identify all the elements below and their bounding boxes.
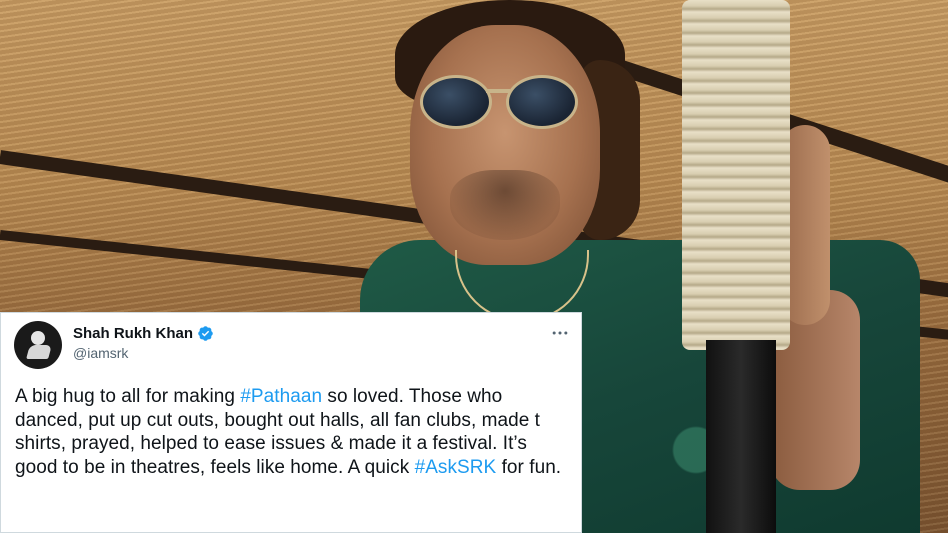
hashtag-link[interactable]: #AskSRK	[415, 457, 497, 478]
sunglasses	[420, 75, 580, 129]
avatar[interactable]	[14, 321, 62, 369]
beard	[450, 170, 560, 240]
user-handle[interactable]: @iamsrk	[73, 345, 128, 361]
verified-badge-icon	[198, 326, 213, 341]
pole	[706, 340, 776, 533]
tweet-text: A big hug to all for making #Pathaan so …	[15, 385, 571, 479]
tweet-text-part: A big hug to all for making	[15, 386, 241, 407]
more-options-icon[interactable]	[550, 323, 570, 343]
tweet-text-part: for fun.	[496, 456, 562, 478]
hashtag-link[interactable]: #Pathaan	[240, 386, 322, 407]
rope	[682, 0, 790, 350]
user-name[interactable]: Shah Rukh Khan	[73, 325, 193, 342]
user-name-row[interactable]: Shah Rukh Khan	[73, 325, 214, 342]
tweet-card: Shah Rukh Khan @iamsrk A big hug to all …	[0, 312, 582, 533]
